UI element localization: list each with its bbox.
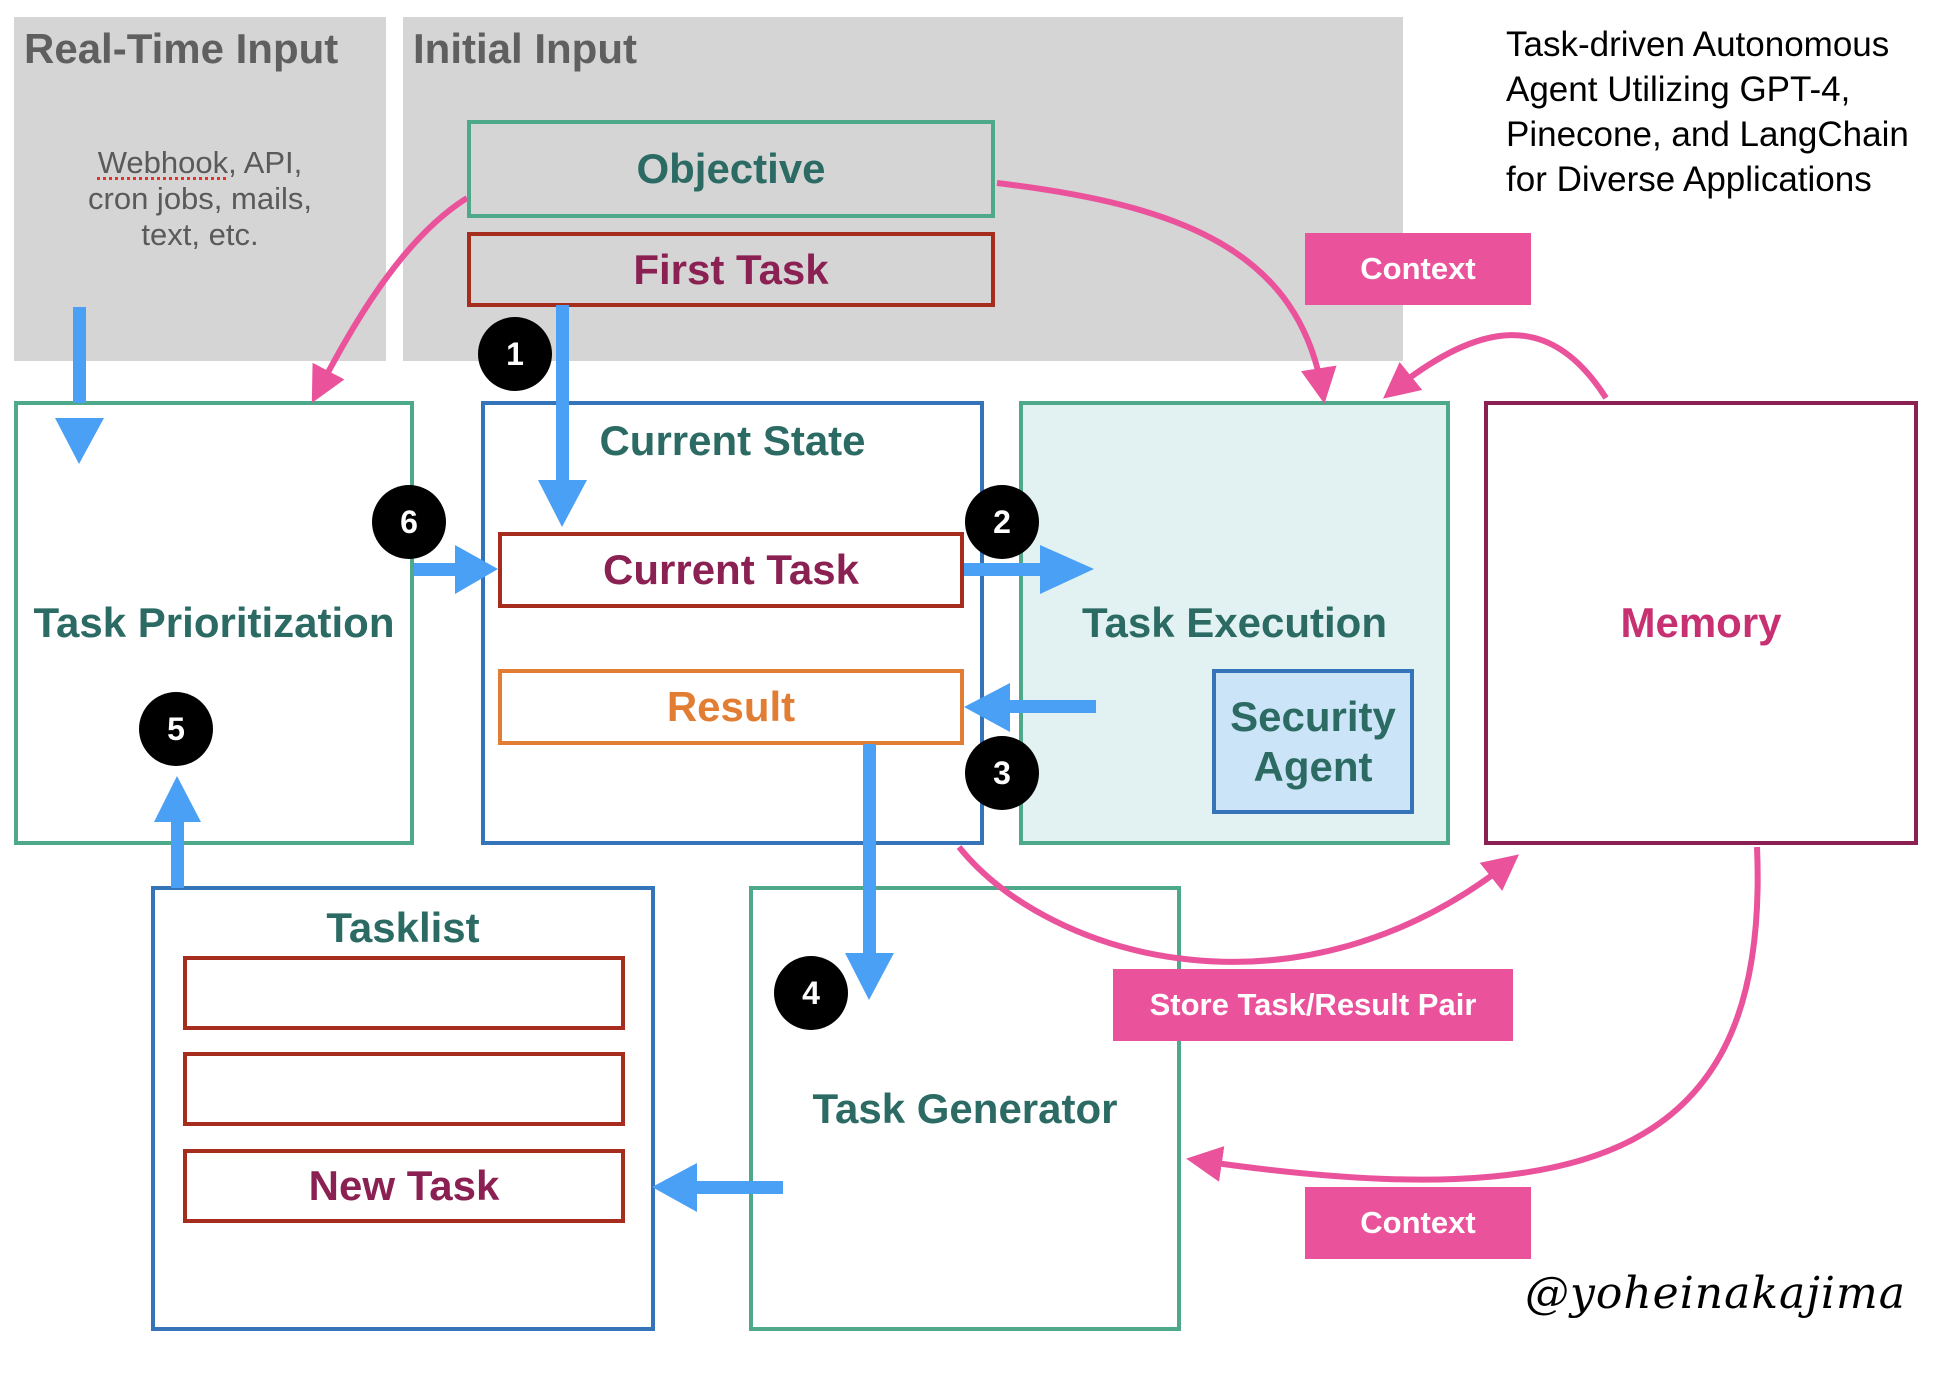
context-tag-bottom: Context [1305,1187,1531,1259]
step-badge-6: 6 [372,485,446,559]
current-state-title: Current State [599,417,866,464]
task-generator-label: Task Generator [812,1084,1118,1132]
step-badge-3: 3 [965,736,1039,810]
realtime-input-panel: Real-Time Input Webhook, API, cron jobs,… [14,17,386,361]
realtime-input-sources: Webhook, API, cron jobs, mails, text, et… [88,145,312,252]
initial-input-title: Initial Input [413,25,637,72]
task-execution-label: Task Execution [1082,599,1387,646]
current-task-box[interactable]: Current Task [498,532,964,608]
first-task-box[interactable]: First Task [467,232,995,307]
context-tag-top: Context [1305,233,1531,305]
current-state-box[interactable]: Current State [481,401,984,845]
security-agent-label: Security Agent [1230,692,1396,790]
objective-label: Objective [636,145,826,192]
task-prioritization-box[interactable]: Task Prioritization [14,401,414,845]
current-task-label: Current Task [603,546,859,593]
step-badge-5: 5 [139,692,213,766]
author-signature: @yoheinakajima [1525,1268,1906,1319]
tasklist-item-new-task[interactable]: New Task [183,1149,625,1223]
task-prioritization-label: Task Prioritization [33,599,395,646]
memory-to-execution-arrow [1383,332,1609,400]
security-agent-box[interactable]: Security Agent [1212,669,1414,814]
diagram-title: Task-driven Autonomous Agent Utilizing G… [1506,25,1909,199]
source-webhook: Webhook [97,145,229,180]
step-badge-2: 2 [965,485,1039,559]
realtime-input-title: Real-Time Input [24,25,339,72]
memory-box[interactable]: Memory [1484,401,1918,845]
step-badge-4: 4 [774,956,848,1030]
tasklist-item[interactable] [183,956,625,1030]
step-badge-1: 1 [478,317,552,391]
result-box[interactable]: Result [498,669,964,745]
memory-label: Memory [1620,599,1782,646]
store-pair-tag: Store Task/Result Pair [1113,969,1513,1041]
tasklist-item[interactable] [183,1052,625,1126]
tasklist-title: Tasklist [326,904,480,951]
first-task-label: First Task [633,245,829,293]
objective-box[interactable]: Objective [467,120,995,218]
result-label: Result [666,683,796,730]
task-generator-box[interactable]: Task Generator [749,886,1181,1331]
